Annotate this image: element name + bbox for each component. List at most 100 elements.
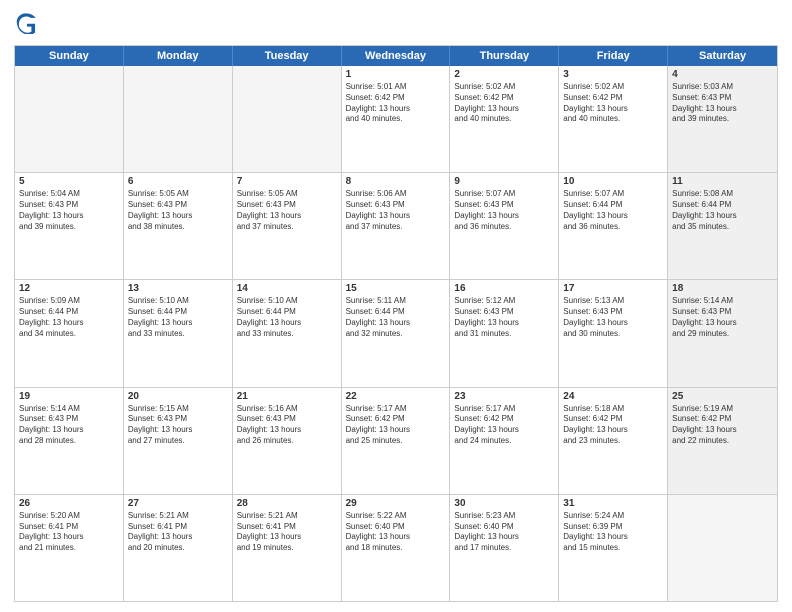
day-number: 15 <box>346 283 446 294</box>
calendar-cell-24: 24Sunrise: 5:18 AM Sunset: 6:42 PM Dayli… <box>559 388 668 494</box>
calendar-row-4: 26 Sunrise: 5:20 AM Sunset: 6:41 PM Dayli… <box>15 494 777 601</box>
day-number: 21 <box>237 391 337 402</box>
cell-text: Sunrise: 5:21 AM Sunset: 6:41 PM Dayligh… <box>128 511 228 554</box>
header-day-tuesday: Tuesday <box>233 46 342 66</box>
day-number: 23 <box>454 391 554 402</box>
calendar-cell-9: 9 Sunrise: 5:07 AM Sunset: 6:43 PM Daylig… <box>450 173 559 279</box>
cell-text: Sunrise: 5:14 AM Sunset: 6:43 PM Dayligh… <box>672 296 773 339</box>
day-number: 22 <box>346 391 446 402</box>
logo-icon <box>16 12 38 34</box>
calendar-cell-19: 19 Sunrise: 5:14 AM Sunset: 6:43 PM Dayli… <box>15 388 124 494</box>
cell-text: Sunrise: 5:15 AM Sunset: 6:43 PM Dayligh… <box>128 404 228 447</box>
header-day-saturday: Saturday <box>668 46 777 66</box>
cell-text: Sunrise: 5:14 AM Sunset: 6:43 PM Dayligh… <box>19 404 119 447</box>
cell-text: Sunrise: 5:10 AM Sunset: 6:44 PM Dayligh… <box>128 296 228 339</box>
cell-text: Sunrise: 5:11 AM Sunset: 6:44 PM Dayligh… <box>346 296 446 339</box>
day-number: 14 <box>237 283 337 294</box>
day-number: 27 <box>128 498 228 509</box>
cell-text: Sunrise: 5:08 AM Sunset: 6:44 PM Dayligh… <box>672 189 773 232</box>
day-number: 31 <box>563 498 663 509</box>
calendar-row-1: 5 Sunrise: 5:04 AM Sunset: 6:43 PM Daylig… <box>15 172 777 279</box>
day-number: 9 <box>454 176 554 187</box>
day-number: 5 <box>19 176 119 187</box>
calendar-cell-17: 17 Sunrise: 5:13 AM Sunset: 6:43 PM Dayli… <box>559 280 668 386</box>
day-number: 4 <box>672 69 773 80</box>
calendar-cell-1: 1 Sunrise: 5:01 AM Sunset: 6:42 PM Daylig… <box>342 66 451 172</box>
day-number: 17 <box>563 283 663 294</box>
day-number: 20 <box>128 391 228 402</box>
header-day-wednesday: Wednesday <box>342 46 451 66</box>
day-number: 19 <box>19 391 119 402</box>
calendar-cell-10: 10 Sunrise: 5:07 AM Sunset: 6:44 PM Dayli… <box>559 173 668 279</box>
calendar-cell-25: 25Sunrise: 5:19 AM Sunset: 6:42 PM Dayli… <box>668 388 777 494</box>
calendar-header: SundayMondayTuesdayWednesdayThursdayFrid… <box>15 46 777 66</box>
cell-text: Sunrise: 5:06 AM Sunset: 6:43 PM Dayligh… <box>346 189 446 232</box>
day-number: 30 <box>454 498 554 509</box>
calendar-cell-7: 7 Sunrise: 5:05 AM Sunset: 6:43 PM Daylig… <box>233 173 342 279</box>
day-number: 13 <box>128 283 228 294</box>
cell-text: Sunrise: 5:02 AM Sunset: 6:42 PM Dayligh… <box>563 82 663 125</box>
day-number: 8 <box>346 176 446 187</box>
logo <box>14 12 38 39</box>
calendar-cell-2: 2 Sunrise: 5:02 AM Sunset: 6:42 PM Daylig… <box>450 66 559 172</box>
cell-text: Sunrise: 5:01 AM Sunset: 6:42 PM Dayligh… <box>346 82 446 125</box>
cell-text: Sunrise: 5:17 AM Sunset: 6:42 PM Dayligh… <box>454 404 554 447</box>
cell-text: Sunrise: 5:16 AM Sunset: 6:43 PM Dayligh… <box>237 404 337 447</box>
day-number: 1 <box>346 69 446 80</box>
day-number: 6 <box>128 176 228 187</box>
calendar-cell-3: 3 Sunrise: 5:02 AM Sunset: 6:42 PM Daylig… <box>559 66 668 172</box>
calendar-cell-30: 30 Sunrise: 5:23 AM Sunset: 6:40 PM Dayli… <box>450 495 559 601</box>
cell-text: Sunrise: 5:21 AM Sunset: 6:41 PM Dayligh… <box>237 511 337 554</box>
calendar-body: 1 Sunrise: 5:01 AM Sunset: 6:42 PM Daylig… <box>15 66 777 601</box>
cell-text: Sunrise: 5:13 AM Sunset: 6:43 PM Dayligh… <box>563 296 663 339</box>
day-number: 28 <box>237 498 337 509</box>
header <box>14 12 778 39</box>
day-number: 29 <box>346 498 446 509</box>
day-number: 24 <box>563 391 663 402</box>
day-number: 2 <box>454 69 554 80</box>
day-number: 18 <box>672 283 773 294</box>
calendar-cell-8: 8 Sunrise: 5:06 AM Sunset: 6:43 PM Daylig… <box>342 173 451 279</box>
calendar-cell-22: 22 Sunrise: 5:17 AM Sunset: 6:42 PM Dayli… <box>342 388 451 494</box>
header-day-thursday: Thursday <box>450 46 559 66</box>
day-number: 10 <box>563 176 663 187</box>
cell-text: Sunrise: 5:02 AM Sunset: 6:42 PM Dayligh… <box>454 82 554 125</box>
calendar-cell-empty <box>668 495 777 601</box>
cell-text: Sunrise: 5:04 AM Sunset: 6:43 PM Dayligh… <box>19 189 119 232</box>
cell-text: Sunrise: 5:09 AM Sunset: 6:44 PM Dayligh… <box>19 296 119 339</box>
calendar-row-0: 1 Sunrise: 5:01 AM Sunset: 6:42 PM Daylig… <box>15 66 777 172</box>
header-day-sunday: Sunday <box>15 46 124 66</box>
cell-text: Sunrise: 5:22 AM Sunset: 6:40 PM Dayligh… <box>346 511 446 554</box>
calendar-cell-5: 5 Sunrise: 5:04 AM Sunset: 6:43 PM Daylig… <box>15 173 124 279</box>
cell-text: Sunrise: 5:05 AM Sunset: 6:43 PM Dayligh… <box>128 189 228 232</box>
day-number: 12 <box>19 283 119 294</box>
calendar-cell-18: 18 Sunrise: 5:14 AM Sunset: 6:43 PM Dayli… <box>668 280 777 386</box>
cell-text: Sunrise: 5:07 AM Sunset: 6:43 PM Dayligh… <box>454 189 554 232</box>
calendar-cell-13: 13 Sunrise: 5:10 AM Sunset: 6:44 PM Dayli… <box>124 280 233 386</box>
day-number: 16 <box>454 283 554 294</box>
day-number: 26 <box>19 498 119 509</box>
cell-text: Sunrise: 5:17 AM Sunset: 6:42 PM Dayligh… <box>346 404 446 447</box>
cell-text: Sunrise: 5:23 AM Sunset: 6:40 PM Dayligh… <box>454 511 554 554</box>
day-number: 3 <box>563 69 663 80</box>
calendar-cell-12: 12 Sunrise: 5:09 AM Sunset: 6:44 PM Dayli… <box>15 280 124 386</box>
calendar-cell-15: 15 Sunrise: 5:11 AM Sunset: 6:44 PM Dayli… <box>342 280 451 386</box>
cell-text: Sunrise: 5:07 AM Sunset: 6:44 PM Dayligh… <box>563 189 663 232</box>
calendar-cell-21: 21 Sunrise: 5:16 AM Sunset: 6:43 PM Dayli… <box>233 388 342 494</box>
calendar-cell-6: 6 Sunrise: 5:05 AM Sunset: 6:43 PM Daylig… <box>124 173 233 279</box>
calendar: SundayMondayTuesdayWednesdayThursdayFrid… <box>14 45 778 602</box>
header-day-monday: Monday <box>124 46 233 66</box>
cell-text: Sunrise: 5:20 AM Sunset: 6:41 PM Dayligh… <box>19 511 119 554</box>
calendar-cell-4: 4Sunrise: 5:03 AM Sunset: 6:43 PM Daylig… <box>668 66 777 172</box>
cell-text: Sunrise: 5:12 AM Sunset: 6:43 PM Dayligh… <box>454 296 554 339</box>
calendar-cell-29: 29 Sunrise: 5:22 AM Sunset: 6:40 PM Dayli… <box>342 495 451 601</box>
calendar-cell-11: 11Sunrise: 5:08 AM Sunset: 6:44 PM Dayli… <box>668 173 777 279</box>
day-number: 7 <box>237 176 337 187</box>
calendar-cell-empty <box>15 66 124 172</box>
header-day-friday: Friday <box>559 46 668 66</box>
calendar-row-3: 19 Sunrise: 5:14 AM Sunset: 6:43 PM Dayli… <box>15 387 777 494</box>
page: SundayMondayTuesdayWednesdayThursdayFrid… <box>0 0 792 612</box>
day-number: 25 <box>672 391 773 402</box>
cell-text: Sunrise: 5:24 AM Sunset: 6:39 PM Dayligh… <box>563 511 663 554</box>
cell-text: Sunrise: 5:05 AM Sunset: 6:43 PM Dayligh… <box>237 189 337 232</box>
